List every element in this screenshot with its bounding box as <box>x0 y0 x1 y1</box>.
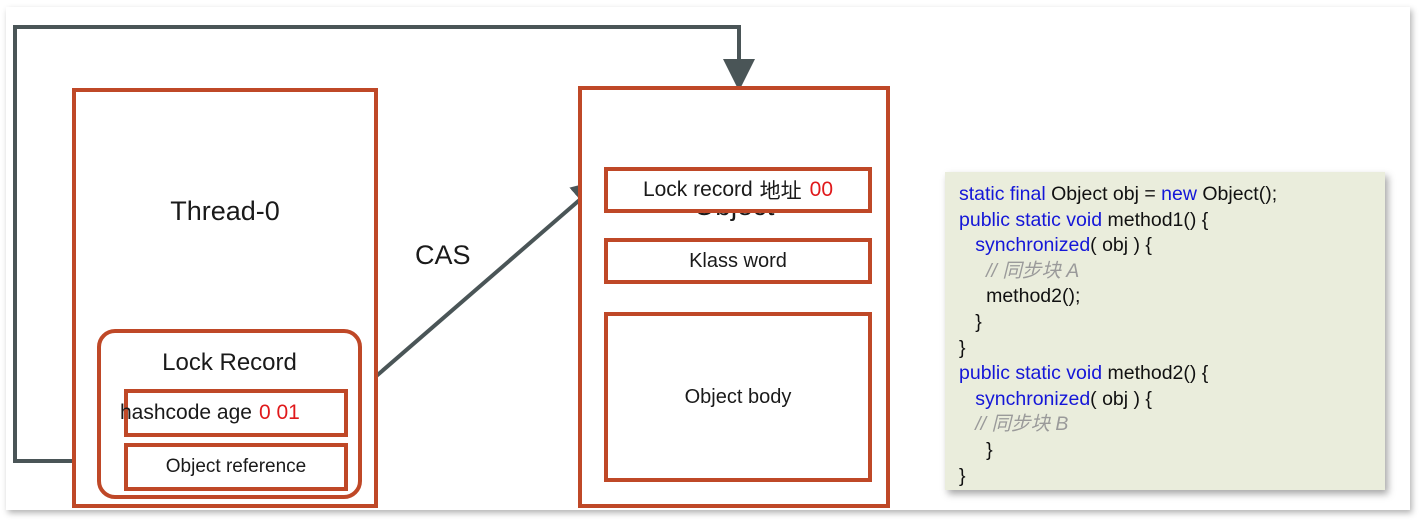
code-line: // 同步块 B <box>959 412 1385 438</box>
code-keyword: public static void <box>959 208 1108 231</box>
hashcode-age-label: hashcode age 0 01 <box>120 393 336 433</box>
code-line: synchronized( obj ) { <box>959 387 1385 413</box>
code-line: static final Object obj = new Object(); <box>959 182 1385 208</box>
code-line: public static void method1() { <box>959 208 1385 234</box>
code-text: } <box>959 464 966 487</box>
code-line: // 同步块 A <box>959 259 1385 285</box>
code-line: } <box>959 438 1385 464</box>
lock-record-address-text: Lock record <box>642 178 753 201</box>
lock-record-address-cn: 地址 <box>759 180 802 203</box>
code-text: ( obj ) { <box>1090 234 1152 257</box>
hashcode-age-bits: 0 01 <box>258 401 300 424</box>
lock-record-address-bits: 00 <box>809 178 834 201</box>
object-body-label: Object body <box>684 385 792 408</box>
code-text: } <box>959 336 966 359</box>
code-text: method2(); <box>959 285 1081 308</box>
hashcode-age-cell: hashcode age 0 01 <box>120 389 348 437</box>
code-line: } <box>959 464 1385 490</box>
code-text: method2() { <box>1107 362 1209 385</box>
code-keyword: synchronized <box>975 234 1091 257</box>
code-line: } <box>959 310 1385 336</box>
code-text: method1() { <box>1107 208 1209 231</box>
thread-title: Thread-0 <box>170 196 280 226</box>
code-keyword: static final <box>959 183 1052 205</box>
code-text: Object obj = <box>1051 183 1162 205</box>
code-keyword: new <box>1161 183 1203 205</box>
diagram-stage: Thread-0 Lock Record hashcode age 0 01 O… <box>0 0 1419 523</box>
object-reference-cell: Object reference <box>124 443 348 491</box>
object-reference-label: Object reference <box>165 456 307 477</box>
lock-record-title: Lock Record <box>162 349 297 376</box>
code-line: } <box>959 336 1385 362</box>
code-panel: static final Object obj = new Object(); p… <box>945 172 1385 490</box>
code-text: } <box>959 438 993 461</box>
lock-record-box: Lock Record hashcode age 0 01 Object ref… <box>97 329 362 499</box>
klass-word-cell: Klass word <box>604 238 872 284</box>
cas-label: CAS <box>415 240 471 270</box>
lock-record-address-label: Lock record 地址 00 <box>608 171 868 209</box>
code-line: synchronized( obj ) { <box>959 233 1385 259</box>
code-comment: // 同步块 B <box>959 413 1069 436</box>
thread-box: Thread-0 Lock Record hashcode age 0 01 O… <box>72 88 378 508</box>
code-keyword: public static void <box>959 362 1108 385</box>
code-comment: // 同步块 A <box>959 259 1080 282</box>
object-box: Object Lock record 地址 00 Klass word Obje… <box>578 86 890 508</box>
code-text: ( obj ) { <box>1090 387 1152 410</box>
object-body-cell: Object body <box>604 312 872 482</box>
code-line: method2(); <box>959 284 1385 310</box>
lock-record-address-cell: Lock record 地址 00 <box>604 167 872 213</box>
hashcode-age-text: hashcode age <box>120 401 252 424</box>
code-keyword: synchronized <box>975 387 1091 410</box>
code-text: Object(); <box>1202 183 1278 205</box>
klass-word-label: Klass word <box>689 249 787 272</box>
code-line: public static void method2() { <box>959 361 1385 387</box>
code-text: } <box>959 310 982 333</box>
